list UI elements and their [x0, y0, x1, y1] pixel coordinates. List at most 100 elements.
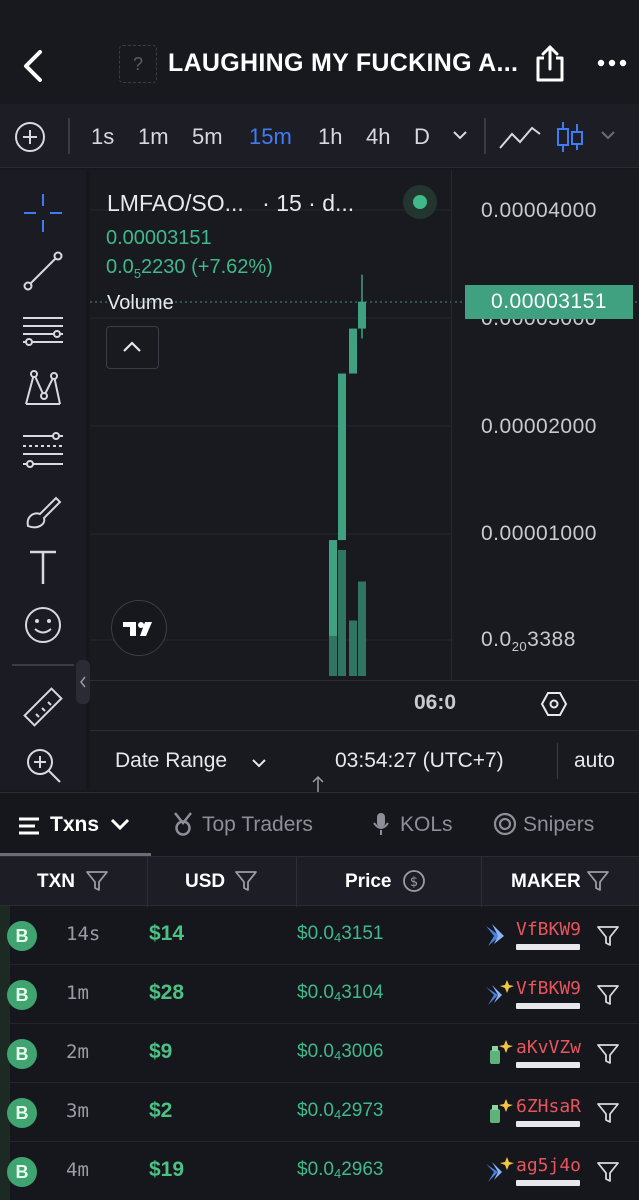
timeframe-1m[interactable]: 1m [138, 124, 169, 150]
filter-icon[interactable] [586, 869, 610, 893]
trend-line-icon[interactable] [20, 248, 66, 294]
y-tick-min: 0.0203388 [481, 628, 576, 654]
column-divider [481, 857, 482, 907]
txn-price: $0.043151 [297, 923, 384, 945]
table-row[interactable]: B 2m $9 $0.043006 aKvVZw [0, 1024, 639, 1083]
x-axis-line [90, 680, 639, 681]
table-row[interactable]: B 14s $14 $0.043151 VfBKW9 [0, 906, 639, 965]
txn-price: $0.042963 [297, 1159, 384, 1181]
maker-address[interactable]: aKvVZw [516, 1037, 581, 1058]
column-header-maker: MAKER [511, 871, 581, 892]
zoom-in-icon[interactable] [20, 742, 66, 788]
txn-price: $0.043104 [297, 982, 384, 1004]
txn-price: $0.042973 [297, 1100, 384, 1122]
more-horizontal-icon[interactable] [596, 56, 628, 70]
price-prefix: $0.0 [297, 1159, 334, 1180]
tradingview-logo[interactable] [111, 600, 167, 656]
timeframe-5m[interactable]: 5m [192, 124, 223, 150]
chart-change: 0.052230 (+7.62%) [106, 256, 273, 281]
txn-age: 4m [66, 1159, 89, 1181]
volume-label: Volume [107, 292, 174, 314]
emoji-icon[interactable] [20, 602, 66, 648]
tab-snipers[interactable]: Snipers [523, 813, 594, 837]
chart-settings-hexagon-icon[interactable] [540, 690, 568, 718]
chart-symbol: LMFAO/SO... [107, 190, 244, 216]
filter-icon[interactable] [595, 1100, 621, 1126]
txn-usd: $19 [149, 1158, 185, 1181]
top-header: ? LAUGHING MY FUCKING A... [0, 0, 639, 104]
pattern-tool-icon[interactable] [20, 366, 66, 412]
filter-icon[interactable] [595, 982, 621, 1008]
timeframe-D[interactable]: D [414, 124, 430, 150]
filter-icon[interactable] [595, 1159, 621, 1185]
chart-type-dropdown-chevron-icon[interactable] [601, 130, 615, 140]
txn-usd: $2 [149, 1099, 173, 1122]
auto-scale-toggle[interactable]: auto [574, 749, 615, 773]
maker-sparkle-bottle-icon [490, 1040, 513, 1064]
microphone-icon [373, 813, 389, 835]
back-chevron-icon[interactable] [18, 46, 48, 86]
trade-tabs: Txns Top Traders KOLs Snipers [0, 792, 639, 856]
parallel-channel-icon[interactable] [20, 308, 66, 354]
maker-address[interactable]: 6ZHsaR [516, 1096, 581, 1117]
volume-bar [358, 581, 366, 676]
y-tick-zero-count: 20 [511, 639, 528, 655]
price-digits: 2973 [341, 1100, 384, 1121]
txn-usd: $14 [149, 922, 185, 945]
chevron-down-icon[interactable] [110, 817, 130, 831]
share-icon[interactable] [532, 44, 568, 84]
chart-clock[interactable]: 03:54:27 (UTC+7) [335, 749, 504, 773]
token-image-placeholder: ? [119, 45, 157, 83]
volume-collapse-button[interactable] [106, 326, 159, 369]
filter-icon[interactable] [595, 923, 621, 949]
candle-body [358, 301, 366, 329]
timeframe-dropdown-chevron-icon[interactable] [453, 130, 467, 140]
table-row[interactable]: B 4m $19 $0.042963 ag5j4o [0, 1142, 639, 1200]
timeframe-1h[interactable]: 1h [318, 124, 342, 150]
maker-sparkle-bird-icon [486, 1157, 514, 1182]
add-indicator-icon[interactable] [13, 120, 47, 154]
filter-icon[interactable] [234, 869, 258, 893]
table-row[interactable]: B 3m $2 $0.042973 6ZHsaR [0, 1083, 639, 1142]
price-chart[interactable]: LMFAO/SO... · 15 · d... 0.00003151 0.052… [90, 170, 639, 790]
candle-body [338, 373, 346, 541]
target-icon [493, 812, 517, 836]
timeframe-1s[interactable]: 1s [91, 124, 114, 150]
maker-underline [516, 1003, 580, 1009]
volume-bar [338, 550, 346, 676]
candlestick-chart-icon[interactable] [556, 120, 584, 154]
timeframe-4h[interactable]: 4h [366, 124, 390, 150]
txn-price: $0.043006 [297, 1041, 384, 1063]
token-title: LAUGHING MY FUCKING A... [168, 49, 518, 77]
collapse-toolbar-handle[interactable] [76, 660, 90, 704]
filter-icon[interactable] [595, 1041, 621, 1067]
text-tool-icon[interactable] [20, 544, 66, 590]
tab-top-traders[interactable]: Top Traders [202, 813, 313, 837]
maker-address[interactable]: VfBKW9 [516, 978, 581, 999]
fibonacci-icon[interactable] [20, 426, 66, 472]
date-range-chevron-icon[interactable] [252, 758, 266, 768]
medal-icon [174, 812, 192, 836]
tab-kols[interactable]: KOLs [400, 813, 453, 837]
ruler-icon[interactable] [20, 684, 66, 730]
brush-icon[interactable] [20, 486, 66, 532]
volume-bar [349, 620, 357, 676]
price-digits: 3006 [341, 1041, 384, 1062]
table-row[interactable]: B 1m $28 $0.043104 VfBKW9 [0, 965, 639, 1024]
line-chart-icon[interactable] [498, 122, 542, 152]
tab-txns[interactable]: Txns [50, 813, 99, 837]
currency-toggle-icon[interactable]: $ [402, 869, 426, 893]
crosshair-icon[interactable] [20, 190, 66, 236]
date-range-button[interactable]: Date Range [115, 749, 227, 773]
y-tick: 0.00002000 [481, 415, 597, 438]
live-status-dot [403, 185, 437, 219]
txn-usd: $28 [149, 981, 185, 1004]
timeframe-15m[interactable]: 15m [249, 124, 292, 150]
txn-age: 2m [66, 1041, 89, 1063]
candle-body [329, 540, 337, 636]
maker-address[interactable]: ag5j4o [516, 1155, 581, 1176]
maker-address[interactable]: VfBKW9 [516, 919, 581, 940]
filter-icon[interactable] [85, 869, 109, 893]
chevron-up-icon [123, 341, 141, 352]
list-icon [19, 817, 39, 835]
